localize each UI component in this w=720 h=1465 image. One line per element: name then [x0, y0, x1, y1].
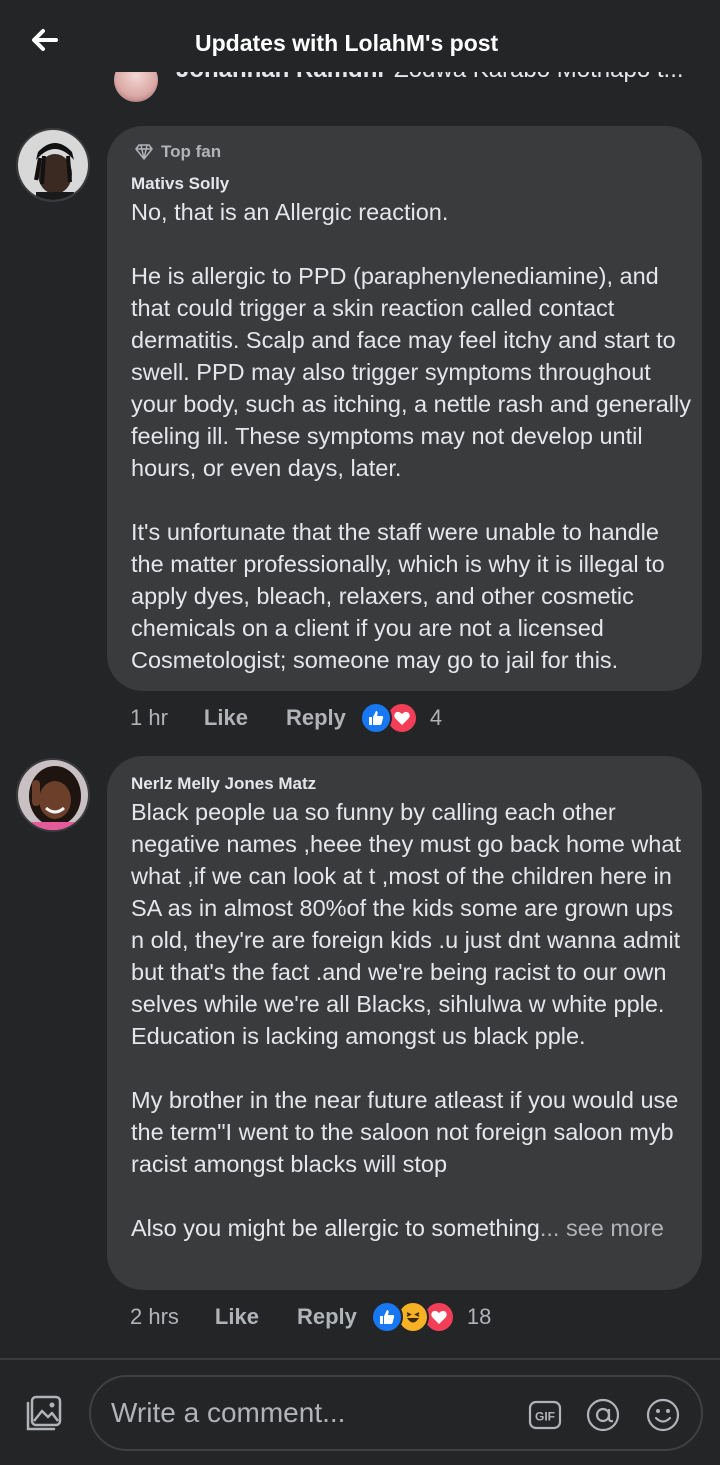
- comment-composer: Write a comment... GIF: [0, 1360, 720, 1465]
- like-reaction-icon: [359, 702, 392, 734]
- like-reaction-icon: [370, 1301, 403, 1333]
- at-icon: [586, 1398, 620, 1432]
- reply-button[interactable]: Reply: [297, 1304, 357, 1330]
- svg-text:GIF: GIF: [535, 1410, 555, 1424]
- avatar[interactable]: [16, 128, 90, 202]
- emoji-button[interactable]: [645, 1397, 681, 1433]
- avatar-photo: [18, 760, 88, 830]
- avatar: [114, 72, 158, 102]
- top-fan-badge: Top fan: [135, 142, 221, 162]
- mention-button[interactable]: [585, 1397, 621, 1433]
- previous-reply-peek[interactable]: Johannah Ramdhi Zodwa Karabo Mothapo t...: [0, 72, 720, 104]
- comment-text: Black people ua so funny by calling each…: [131, 796, 691, 1244]
- peek-text: Zodwa Karabo Mothapo t...: [394, 72, 684, 83]
- comment-author[interactable]: Nerlz Melly Jones Matz: [131, 774, 316, 794]
- avatar[interactable]: [16, 758, 90, 832]
- like-button[interactable]: Like: [204, 705, 248, 731]
- comment-input[interactable]: Write a comment... GIF: [89, 1375, 703, 1451]
- comment-author[interactable]: Mativs Solly: [131, 174, 229, 194]
- reaction-count: 4: [429, 705, 443, 730]
- comment-text-content: Black people ua so funny by calling each…: [131, 799, 681, 1241]
- reply-button[interactable]: Reply: [286, 705, 346, 731]
- see-more-link[interactable]: ... see more: [540, 1215, 664, 1241]
- reaction-summary[interactable]: 4: [359, 702, 443, 734]
- page-title: Updates with LolahM's post: [195, 30, 499, 56]
- photo-icon: [26, 1395, 62, 1431]
- comment-time[interactable]: 1 hr: [130, 705, 168, 731]
- comment-time[interactable]: 2 hrs: [130, 1304, 179, 1330]
- avatar-photo: [18, 130, 88, 200]
- top-fan-label: Top fan: [161, 142, 222, 161]
- arrow-left-icon: [32, 29, 58, 51]
- peek-author: Johannah Ramdhi: [176, 72, 384, 83]
- gif-button[interactable]: GIF: [527, 1397, 563, 1433]
- comment-bubble[interactable]: Nerlz Melly Jones Matz Black people ua s…: [107, 756, 702, 1290]
- like-button[interactable]: Like: [215, 1304, 259, 1330]
- emoji-icon: [646, 1398, 680, 1432]
- back-button[interactable]: [22, 22, 66, 58]
- reaction-summary[interactable]: 18: [370, 1301, 492, 1333]
- photo-button[interactable]: [22, 1394, 66, 1434]
- gif-icon: GIF: [528, 1400, 562, 1430]
- comment-text: No, that is an Allergic reaction. He is …: [131, 199, 691, 673]
- diamond-icon: [135, 144, 153, 160]
- comment-actions: 1 hr Like Reply 4: [130, 701, 442, 735]
- comment-bubble[interactable]: Top fan Mativs Solly No, that is an Alle…: [107, 126, 702, 691]
- reaction-count: 18: [466, 1304, 492, 1329]
- comment-actions: 2 hrs Like Reply 18: [130, 1300, 491, 1334]
- comment-input-placeholder: Write a comment...: [111, 1397, 346, 1428]
